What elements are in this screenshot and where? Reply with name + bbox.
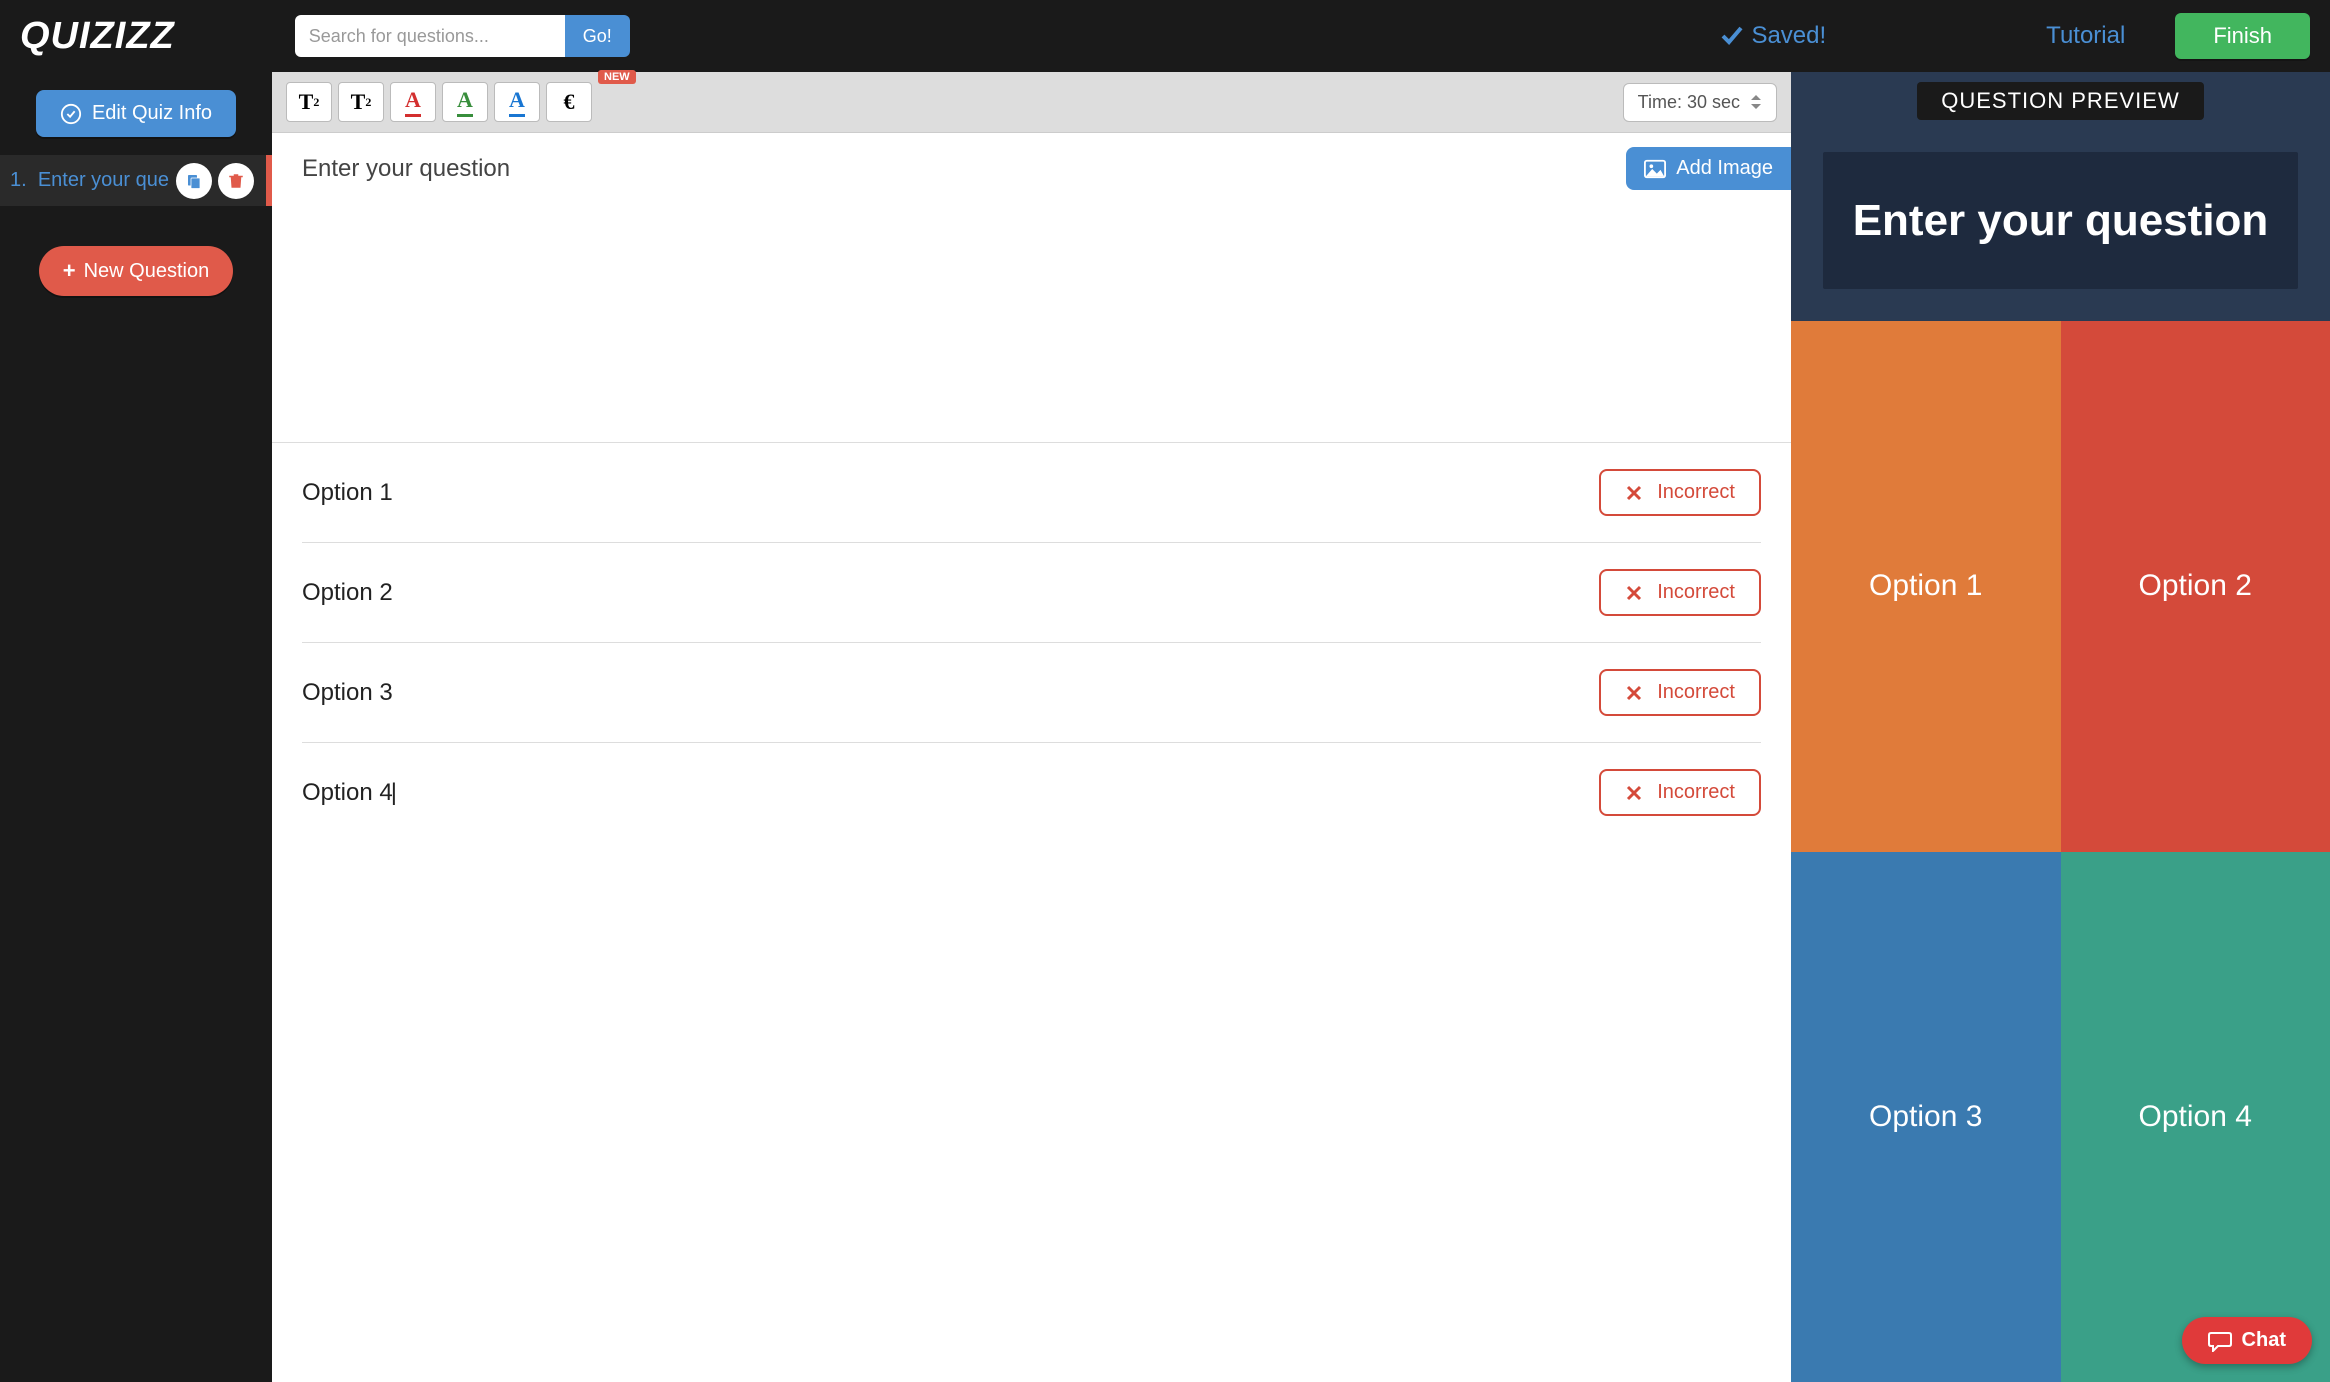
text-color-blue-button[interactable]: A xyxy=(494,82,540,122)
add-image-button[interactable]: Add Image xyxy=(1626,147,1791,190)
edit-quiz-info-button[interactable]: Edit Quiz Info xyxy=(36,90,236,137)
text-color-green-button[interactable]: A xyxy=(442,82,488,122)
edit-info-label: Edit Quiz Info xyxy=(92,102,212,125)
superscript-button[interactable]: T2 xyxy=(286,82,332,122)
x-icon xyxy=(1625,784,1643,802)
duplicate-button[interactable] xyxy=(176,163,212,199)
header-bar: QUIZIZZ Go! Saved! Tutorial Finish xyxy=(0,0,2330,72)
subscript-button[interactable]: T2 xyxy=(338,82,384,122)
options-list: Option 1 Incorrect Option 2 Incorrect Op… xyxy=(272,443,1791,842)
mark-correct-button[interactable]: Incorrect xyxy=(1599,669,1761,716)
finish-button[interactable]: Finish xyxy=(2175,13,2310,59)
text-color-red-button[interactable]: A xyxy=(390,82,436,122)
time-selector[interactable]: Time: 30 sec xyxy=(1623,83,1777,122)
preview-title: QUESTION PREVIEW xyxy=(1917,82,2203,120)
preview-header: QUESTION PREVIEW xyxy=(1791,72,2330,120)
chevron-updown-icon xyxy=(1750,93,1762,111)
chat-label: Chat xyxy=(2242,1329,2286,1352)
question-item-actions xyxy=(176,163,254,199)
copy-icon xyxy=(185,172,203,190)
option-row[interactable]: Option 2 Incorrect xyxy=(302,543,1761,643)
status-label: Incorrect xyxy=(1657,581,1735,604)
sup-t: T xyxy=(299,89,314,115)
main-area: Edit Quiz Info 1. Enter your que + New Q… xyxy=(0,72,2330,1382)
add-image-label: Add Image xyxy=(1676,157,1773,180)
format-toolbar: T2 T2 A A A € NEW Time: 30 sec xyxy=(272,72,1791,133)
x-icon xyxy=(1625,584,1643,602)
mark-correct-button[interactable]: Incorrect xyxy=(1599,569,1761,616)
question-input-area[interactable]: Enter your question Add Image xyxy=(272,133,1791,443)
new-question-label: New Question xyxy=(84,260,210,283)
status-label: Incorrect xyxy=(1657,481,1735,504)
logo: QUIZIZZ xyxy=(20,15,175,58)
saved-label: Saved! xyxy=(1751,22,1826,50)
check-icon xyxy=(1719,24,1743,48)
status-label: Incorrect xyxy=(1657,781,1735,804)
tutorial-link[interactable]: Tutorial xyxy=(2046,22,2125,50)
option-label: Option 3 xyxy=(302,679,393,707)
option-label: Option 4 xyxy=(302,779,397,807)
blue-a-label: A xyxy=(509,87,525,117)
question-placeholder-text: Enter your question xyxy=(302,155,1761,183)
preview-option-1: Option 1 xyxy=(1791,321,2061,851)
saved-status: Saved! xyxy=(1719,22,1826,50)
preview-option-3: Option 3 xyxy=(1791,852,2061,1382)
option-row[interactable]: Option 4 Incorrect xyxy=(302,743,1761,842)
preview-option-2: Option 2 xyxy=(2061,321,2330,851)
search-input[interactable] xyxy=(295,15,565,57)
sidebar: Edit Quiz Info 1. Enter your que + New Q… xyxy=(0,72,272,1382)
option-row[interactable]: Option 3 Incorrect xyxy=(302,643,1761,743)
plus-icon: + xyxy=(63,258,76,284)
symbol-button[interactable]: € xyxy=(546,82,592,122)
x-icon xyxy=(1625,684,1643,702)
sub-t: T xyxy=(351,89,366,115)
editor-panel: T2 T2 A A A € NEW Time: 30 sec Enter you… xyxy=(272,72,1791,1382)
mark-correct-button[interactable]: Incorrect xyxy=(1599,769,1761,816)
red-a-label: A xyxy=(405,87,421,117)
search-container: Go! xyxy=(295,15,630,57)
delete-button[interactable] xyxy=(218,163,254,199)
option-label: Option 1 xyxy=(302,479,393,507)
preview-question-text: Enter your question xyxy=(1843,192,2278,249)
image-icon xyxy=(1644,159,1666,179)
preview-options-grid: Option 1 Option 2 Option 3 Option 4 xyxy=(1791,321,2330,1382)
preview-question-box: Enter your question xyxy=(1823,152,2298,289)
chat-button[interactable]: Chat xyxy=(2182,1317,2312,1364)
option-row[interactable]: Option 1 Incorrect xyxy=(302,443,1761,543)
preview-panel: QUESTION PREVIEW Enter your question Opt… xyxy=(1791,72,2330,1382)
sidebar-question-item[interactable]: 1. Enter your que xyxy=(0,155,272,206)
trash-icon xyxy=(227,172,245,190)
go-button[interactable]: Go! xyxy=(565,15,630,57)
green-a-label: A xyxy=(457,87,473,117)
status-label: Incorrect xyxy=(1657,681,1735,704)
new-badge: NEW xyxy=(598,70,636,84)
edit-icon xyxy=(60,103,82,125)
question-item-number: 1. xyxy=(10,169,27,192)
question-item-text: Enter your que xyxy=(38,169,169,192)
new-question-button[interactable]: + New Question xyxy=(39,246,233,296)
x-icon xyxy=(1625,484,1643,502)
option-label: Option 2 xyxy=(302,579,393,607)
mark-correct-button[interactable]: Incorrect xyxy=(1599,469,1761,516)
chat-icon xyxy=(2208,1330,2232,1352)
preview-option-4: Option 4 xyxy=(2061,852,2330,1382)
time-label: Time: 30 sec xyxy=(1638,92,1740,113)
